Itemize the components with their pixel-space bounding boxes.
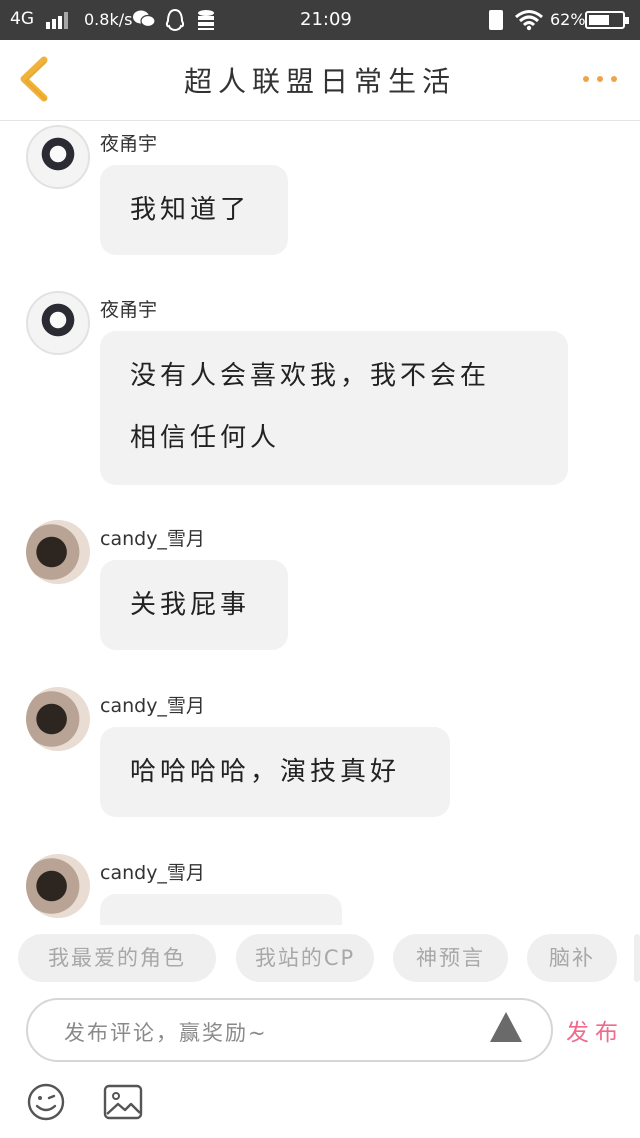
battery-level xyxy=(589,15,609,25)
comment-placeholder: 发布评论，赢奖励~ xyxy=(64,1021,268,1045)
author-name[interactable]: 夜甬宇 xyxy=(100,129,157,156)
quick-tag[interactable]: 神预言 xyxy=(393,934,508,982)
author-name[interactable]: candy_雪月 xyxy=(100,691,205,718)
network-speed: 0.8k/s xyxy=(84,10,133,29)
author-name[interactable]: candy_雪月 xyxy=(100,524,205,551)
quick-tag-partial[interactable] xyxy=(634,934,640,982)
database-icon xyxy=(198,10,214,30)
page-title: 超人联盟日常生活 xyxy=(183,65,456,98)
message-bubble[interactable]: 关我屁事 xyxy=(100,560,288,650)
message-bubble[interactable]: 我知道了 xyxy=(100,165,288,255)
message-bubble[interactable]: 哈哈哈哈，演技真好 xyxy=(100,727,450,817)
message-list[interactable]: 夜甬宇 我知道了 夜甬宇 没有人会喜欢我，我不会在 相信任何人 candy_雪月… xyxy=(0,121,640,925)
charging-icon xyxy=(489,10,503,30)
status-bar: 4G 0.8k/s 21:09 62% xyxy=(0,0,640,40)
quick-tag[interactable]: 我站的CP xyxy=(236,934,374,982)
message-bubble[interactable] xyxy=(100,894,342,925)
quick-tag[interactable]: 我最爱的角色 xyxy=(18,934,216,982)
publish-button[interactable]: 发布 xyxy=(566,1013,624,1047)
network-label: 4G xyxy=(10,9,34,29)
avatar[interactable] xyxy=(26,125,90,189)
avatar[interactable] xyxy=(26,520,90,584)
author-name[interactable]: 夜甬宇 xyxy=(100,295,157,322)
wechat-icon xyxy=(133,10,155,28)
battery-percent: 62% xyxy=(550,10,586,29)
message-text: 相信任何人 xyxy=(130,423,281,453)
message-text: 我知道了 xyxy=(130,195,251,225)
qq-icon xyxy=(165,9,185,31)
comment-input[interactable]: 发布评论，赢奖励~ xyxy=(26,998,553,1062)
more-dots-icon[interactable] xyxy=(583,76,619,86)
message-bubble[interactable]: 没有人会喜欢我，我不会在 相信任何人 xyxy=(100,331,568,485)
wifi-icon xyxy=(515,10,543,31)
battery-icon xyxy=(585,11,629,29)
avatar[interactable] xyxy=(26,687,90,751)
signal-icon xyxy=(46,12,72,29)
message-text: 关我屁事 xyxy=(130,590,251,620)
author-name[interactable]: candy_雪月 xyxy=(100,858,205,885)
clock: 21:09 xyxy=(300,9,352,30)
image-icon[interactable] xyxy=(103,1084,143,1120)
quick-tag-bar: 我最爱的角色 我站的CP 神预言 脑补 xyxy=(0,926,640,988)
avatar[interactable] xyxy=(26,854,90,918)
message-text: 哈哈哈哈，演技真好 xyxy=(130,757,401,787)
message-text: 没有人会喜欢我，我不会在 xyxy=(130,361,491,391)
quick-tag[interactable]: 脑补 xyxy=(527,934,617,982)
triangle-icon[interactable] xyxy=(490,1012,522,1042)
top-bar: 超人联盟日常生活 xyxy=(0,40,640,121)
smiley-icon[interactable] xyxy=(26,1082,66,1122)
avatar[interactable] xyxy=(26,291,90,355)
